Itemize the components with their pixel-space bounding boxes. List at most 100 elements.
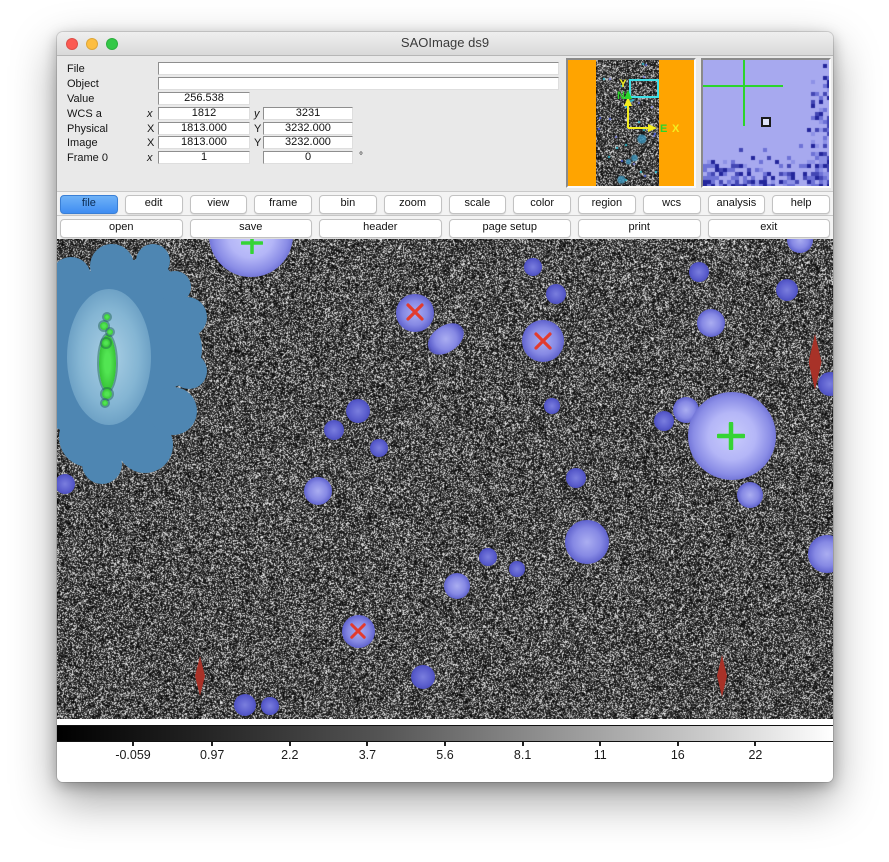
region-marker-x[interactable] [349,622,367,645]
window-title: SAOImage ds9 [57,32,833,54]
colorbar-panel: -0.0590.972.23.75.68.1111622 [57,719,833,782]
info-field-value[interactable]: 1 [158,151,250,164]
source-blob [808,535,833,572]
panner[interactable]: Y N E X [566,58,696,188]
colorbar-tick [522,742,524,746]
minimize-button[interactable] [86,38,98,50]
info-row-frame-0: Frame 0x10° [57,151,566,166]
saturated-star-blob-part [82,444,122,484]
menu-scale[interactable]: scale [449,195,507,214]
compass-x-label: X [672,123,680,135]
panner-compass: Y N E X [568,60,694,186]
compass-n-label: N [617,90,625,102]
traffic-lights [66,38,118,50]
colorbar-tick [444,742,446,746]
colorbar-tick-label: 5.6 [436,748,453,762]
info-field-value[interactable] [158,77,559,90]
compass-y-label: Y [619,78,627,90]
colorbar-tick [366,742,368,746]
menu-help[interactable]: help [772,195,830,214]
magnifier[interactable] [701,58,831,188]
ds9-window: SAOImage ds9 FileObjectValue256.538WCS a… [57,32,833,782]
source-blob [697,309,726,338]
source-blob [776,279,798,301]
info-label: Physical [67,123,108,135]
source-blob [509,561,524,576]
menu-frame[interactable]: frame [254,195,312,214]
source-blob [304,477,333,506]
region-marker-x[interactable] [533,331,553,356]
menu-view[interactable]: view [190,195,248,214]
source-blob [324,420,344,440]
info-row-wcs-a: WCS ax1812y3231 [57,107,566,122]
menu-page-setup[interactable]: page setup [449,219,572,238]
menu-zoom[interactable]: zoom [384,195,442,214]
saturated-star-blob-part [159,271,191,303]
region-marker-plus[interactable] [241,239,263,259]
info-axis-label: y [254,108,260,120]
menu-row-1: file edit view frame binzoom scale color region… [57,191,833,215]
source-blob [544,398,559,413]
compass-n-arrowhead [624,90,632,99]
saturated-star-spike-dot [102,339,110,347]
menu-save[interactable]: save [190,219,313,238]
source-blob [565,520,609,564]
source-blob [689,262,709,282]
colorbar-tick-label: 2.2 [281,748,298,762]
source-blob [737,482,763,508]
info-axis-label: X [147,123,154,135]
info-row-object: Object [57,77,566,92]
saturated-star-blob-part [171,353,207,389]
info-field-value[interactable] [158,62,559,75]
info-field-value[interactable]: 3232.000 [263,122,353,135]
region-marker-x[interactable] [405,302,425,327]
info-field-value[interactable]: 256.538 [158,92,250,105]
zoom-button[interactable] [106,38,118,50]
menu-print[interactable]: print [578,219,701,238]
colorbar-tick-label: 3.7 [359,748,376,762]
menu-region[interactable]: region [578,195,636,214]
info-axis-label: x [147,108,153,120]
info-field-value[interactable]: 1812 [158,107,250,120]
info-label: Image [67,137,98,149]
menu-wcs[interactable]: wcs [643,195,701,214]
colorbar-tick [289,742,291,746]
menu-analysis[interactable]: analysis [708,195,766,214]
titlebar[interactable]: SAOImage ds9 [57,32,833,56]
colorbar-tick-label: 8.1 [514,748,531,762]
source-blob [479,548,497,566]
source-blob [234,694,256,716]
menu-open[interactable]: open [60,219,183,238]
source-blob [566,468,586,488]
menu-exit[interactable]: exit [708,219,831,238]
magnifier-cursor-pixel [761,117,771,127]
info-field-value[interactable]: 1813.000 [158,136,250,149]
source-blob [654,411,674,431]
close-button[interactable] [66,38,78,50]
info-field-value[interactable]: 0 [263,151,353,164]
info-field-value[interactable]: 3232.000 [263,136,353,149]
source-blob [818,372,833,396]
colorbar-gradient[interactable] [57,725,833,742]
saturated-star-spike-dot [104,314,110,320]
menu-row-2: open save header page setup print exit [57,215,833,239]
menu-edit[interactable]: edit [125,195,183,214]
info-field-value[interactable]: 3231 [263,107,353,120]
colorbar-tick [754,742,756,746]
region-marker-plus[interactable] [717,422,745,455]
menu-color[interactable]: color [513,195,571,214]
image-display[interactable] [57,239,833,719]
info-axis-label: x [147,152,153,164]
info-row-file: File [57,62,566,77]
degree-symbol: ° [359,151,363,162]
colorbar-tick [599,742,601,746]
menu-header[interactable]: header [319,219,442,238]
menu-file[interactable]: file [60,195,118,214]
menu-bin[interactable]: bin [319,195,377,214]
saturated-star-spike-dot [102,400,108,406]
info-label: Value [67,93,94,105]
saturated-star-blob-part [90,244,134,288]
info-field-value[interactable]: 1813.000 [158,122,250,135]
colorbar-tick [132,742,134,746]
saturated-star-blob-part [149,387,197,435]
